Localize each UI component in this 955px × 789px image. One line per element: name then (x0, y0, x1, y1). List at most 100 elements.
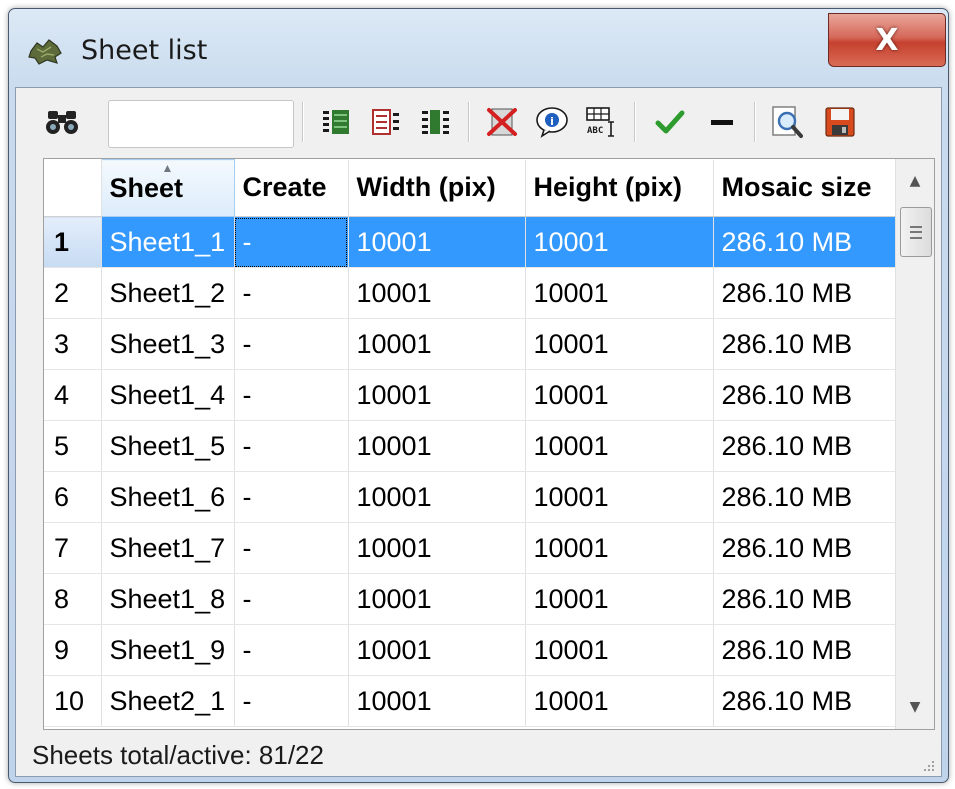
cell-height[interactable]: 10001 (525, 675, 714, 727)
cell-create[interactable]: - (234, 573, 349, 625)
close-icon: X (875, 22, 899, 58)
cell-create[interactable]: - (234, 522, 349, 574)
cell-width[interactable]: 10001 (348, 675, 526, 727)
column-header-mosaic-size[interactable]: Mosaic size (713, 159, 897, 217)
table-row[interactable]: 4 Sheet1_4-10001 10001 286.10 MB (44, 369, 897, 421)
row-number[interactable]: 5 (44, 420, 102, 472)
table-row[interactable]: 1 Sheet1_1-10001 10001 286.10 MB (44, 216, 897, 268)
grip-icon (910, 225, 922, 239)
close-button[interactable]: X (828, 13, 946, 67)
cell-width[interactable]: 10001 (348, 420, 526, 472)
cell-mosaic-size[interactable]: 286.10 MB (713, 369, 897, 421)
table-row[interactable]: 7 Sheet1_7-10001 10001 286.10 MB (44, 522, 897, 574)
cell-create[interactable]: - (234, 675, 349, 727)
preview-icon[interactable] (768, 102, 808, 142)
table-row[interactable]: 2 Sheet1_2-10001 10001 286.10 MB (44, 267, 897, 319)
row-number[interactable]: 3 (44, 318, 102, 370)
cell-width[interactable]: 10001 (348, 522, 526, 574)
row-number[interactable]: 2 (44, 267, 102, 319)
cell-height[interactable]: 10001 (525, 318, 714, 370)
cell-height[interactable]: 10001 (525, 267, 714, 319)
cell-width[interactable]: 10001 (348, 573, 526, 625)
cell-height[interactable]: 10001 (525, 573, 714, 625)
scroll-down-arrow-icon[interactable]: ▼ (896, 685, 934, 729)
table-row[interactable]: 8 Sheet1_8-10001 10001 286.10 MB (44, 573, 897, 625)
cell-width[interactable]: 10001 (348, 369, 526, 421)
cell-mosaic-size[interactable]: 286.10 MB (713, 471, 897, 523)
cell-mosaic-size[interactable]: 286.10 MB (713, 318, 897, 370)
cell-create[interactable]: - (234, 420, 349, 472)
cell-mosaic-size[interactable]: 286.10 MB (713, 216, 897, 268)
row-number[interactable]: 8 (44, 573, 102, 625)
table-row[interactable]: 5 Sheet1_5-10001 10001 286.10 MB (44, 420, 897, 472)
row-number[interactable]: 9 (44, 624, 102, 676)
check-icon[interactable] (650, 102, 690, 142)
row-number[interactable]: 4 (44, 369, 102, 421)
cell-sheet[interactable]: Sheet1_2 (101, 267, 235, 319)
column-settings-icon[interactable] (416, 102, 456, 142)
cell-mosaic-size[interactable]: 286.10 MB (713, 675, 897, 727)
resize-grip-icon[interactable] (921, 758, 935, 772)
cell-height[interactable]: 10001 (525, 624, 714, 676)
invert-selection-icon[interactable] (366, 102, 406, 142)
cell-width[interactable]: 10001 (348, 624, 526, 676)
cell-sheet[interactable]: Sheet2_1 (101, 675, 235, 727)
cell-create[interactable]: - (234, 624, 349, 676)
cell-width[interactable]: 10001 (348, 471, 526, 523)
scroll-up-arrow-icon[interactable]: ▲ (896, 159, 934, 203)
column-header-height[interactable]: Height (pix) (525, 159, 714, 217)
cell-height[interactable]: 10001 (525, 216, 714, 268)
cell-height[interactable]: 10001 (525, 522, 714, 574)
cell-mosaic-size[interactable]: 286.10 MB (713, 573, 897, 625)
cell-create[interactable]: - (234, 318, 349, 370)
table-row[interactable]: 3 Sheet1_3-10001 10001 286.10 MB (44, 318, 897, 370)
rename-icon[interactable]: ABC (582, 102, 622, 142)
cell-sheet[interactable]: Sheet1_1 (101, 216, 235, 268)
cell-width[interactable]: 10001 (348, 267, 526, 319)
minus-icon[interactable] (702, 102, 742, 142)
cell-width[interactable]: 10001 (348, 216, 526, 268)
cell-width[interactable]: 10001 (348, 318, 526, 370)
cell-sheet[interactable]: Sheet1_8 (101, 573, 235, 625)
cell-mosaic-size[interactable]: 286.10 MB (713, 267, 897, 319)
cell-sheet[interactable]: Sheet1_4 (101, 369, 235, 421)
binoculars-icon[interactable] (42, 102, 82, 142)
cell-create[interactable]: - (234, 369, 349, 421)
cell-create[interactable]: - (234, 267, 349, 319)
sheet-grid[interactable]: ▲ Sheet Create Width (pix) Height (pix) … (43, 158, 935, 730)
table-row[interactable]: 6 Sheet1_6-10001 10001 286.10 MB (44, 471, 897, 523)
cell-height[interactable]: 10001 (525, 369, 714, 421)
cell-sheet[interactable]: Sheet1_6 (101, 471, 235, 523)
cell-height[interactable]: 10001 (525, 420, 714, 472)
cell-sheet[interactable]: Sheet1_5 (101, 420, 235, 472)
cell-sheet[interactable]: Sheet1_3 (101, 318, 235, 370)
sort-ascending-icon: ▲ (161, 161, 174, 175)
toolbar-separator (468, 102, 470, 142)
row-number[interactable]: 6 (44, 471, 102, 523)
title-bar[interactable]: Sheet list X (9, 9, 948, 89)
column-header-sheet[interactable]: ▲ Sheet (100, 159, 235, 217)
cell-mosaic-size[interactable]: 286.10 MB (713, 522, 897, 574)
cell-mosaic-size[interactable]: 286.10 MB (713, 420, 897, 472)
cell-mosaic-size[interactable]: 286.10 MB (713, 624, 897, 676)
cell-create[interactable]: - (234, 216, 349, 268)
scroll-thumb[interactable] (900, 207, 932, 257)
row-number[interactable]: 7 (44, 522, 102, 574)
delete-icon[interactable] (482, 102, 522, 142)
info-icon[interactable]: i (532, 102, 572, 142)
row-number[interactable]: 1 (44, 216, 102, 268)
select-all-icon[interactable] (316, 102, 356, 142)
table-row[interactable]: 10 Sheet2_1-10001 10001 286.10 MB (44, 675, 897, 727)
cell-sheet[interactable]: Sheet1_9 (101, 624, 235, 676)
column-header-create[interactable]: Create (234, 159, 349, 217)
search-input[interactable] (108, 100, 294, 148)
table-row[interactable]: 9 Sheet1_9-10001 10001 286.10 MB (44, 624, 897, 676)
column-header-width[interactable]: Width (pix) (348, 159, 526, 217)
save-icon[interactable] (820, 102, 860, 142)
row-number-header[interactable] (44, 159, 102, 217)
cell-height[interactable]: 10001 (525, 471, 714, 523)
row-number[interactable]: 10 (44, 675, 102, 727)
cell-create[interactable]: - (234, 471, 349, 523)
cell-sheet[interactable]: Sheet1_7 (101, 522, 235, 574)
vertical-scrollbar[interactable]: ▲ ▼ (895, 159, 934, 729)
